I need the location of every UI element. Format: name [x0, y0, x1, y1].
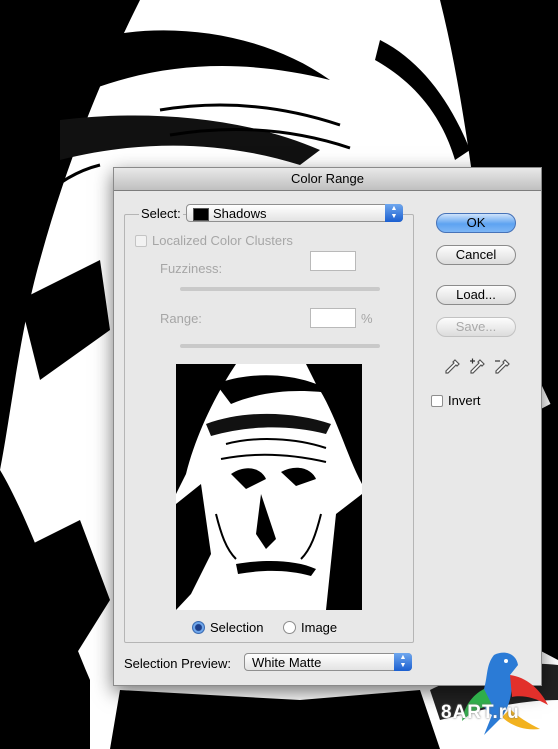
- fuzziness-slider[interactable]: [180, 287, 380, 291]
- image-radio[interactable]: [283, 621, 296, 634]
- image-radio-label: Image: [301, 620, 338, 635]
- range-label: Range:: [160, 311, 202, 326]
- selection-radio[interactable]: [192, 621, 205, 634]
- range-unit: %: [361, 311, 373, 326]
- invert-label: Invert: [448, 393, 481, 408]
- select-value: Shadows: [213, 206, 267, 221]
- watermark-text: 8ART.ru: [441, 702, 520, 723]
- load-button[interactable]: Load...: [436, 285, 516, 305]
- ok-button[interactable]: OK: [436, 213, 516, 233]
- range-slider[interactable]: [180, 344, 380, 348]
- fuzziness-label: Fuzziness:: [160, 261, 223, 276]
- fuzziness-field[interactable]: [310, 251, 356, 271]
- window-title: Color Range: [114, 168, 541, 191]
- color-range-dialog: Color Range Select: Shadows ▲ ▼ Localized…: [113, 167, 542, 686]
- select-label: Select:: [139, 206, 183, 221]
- selection-preview-value: White Matte: [252, 655, 322, 670]
- save-button[interactable]: Save...: [436, 317, 516, 337]
- eyedropper-minus-icon[interactable]: [493, 358, 511, 376]
- select-arrows-icon: ▲ ▼: [394, 653, 412, 671]
- selection-radio-label: Selection: [210, 620, 264, 635]
- cancel-button[interactable]: Cancel: [436, 245, 516, 265]
- parrot-logo: [462, 652, 548, 735]
- range-field[interactable]: [310, 308, 356, 328]
- invert-checkbox[interactable]: [431, 395, 443, 407]
- eyedropper-icon[interactable]: [443, 358, 461, 376]
- select-dropdown[interactable]: Shadows ▲ ▼: [186, 204, 403, 222]
- selection-preview-dropdown[interactable]: White Matte ▲ ▼: [244, 653, 412, 671]
- selection-preview-label: Selection Preview:: [124, 656, 231, 671]
- shadows-color-swatch: [193, 208, 209, 221]
- eyedropper-plus-icon[interactable]: [468, 358, 486, 376]
- selection-preview-image: [176, 364, 362, 610]
- select-arrows-icon: ▲ ▼: [385, 204, 403, 222]
- localized-clusters-label: Localized Color Clusters: [152, 233, 293, 248]
- localized-clusters-checkbox[interactable]: [135, 235, 147, 247]
